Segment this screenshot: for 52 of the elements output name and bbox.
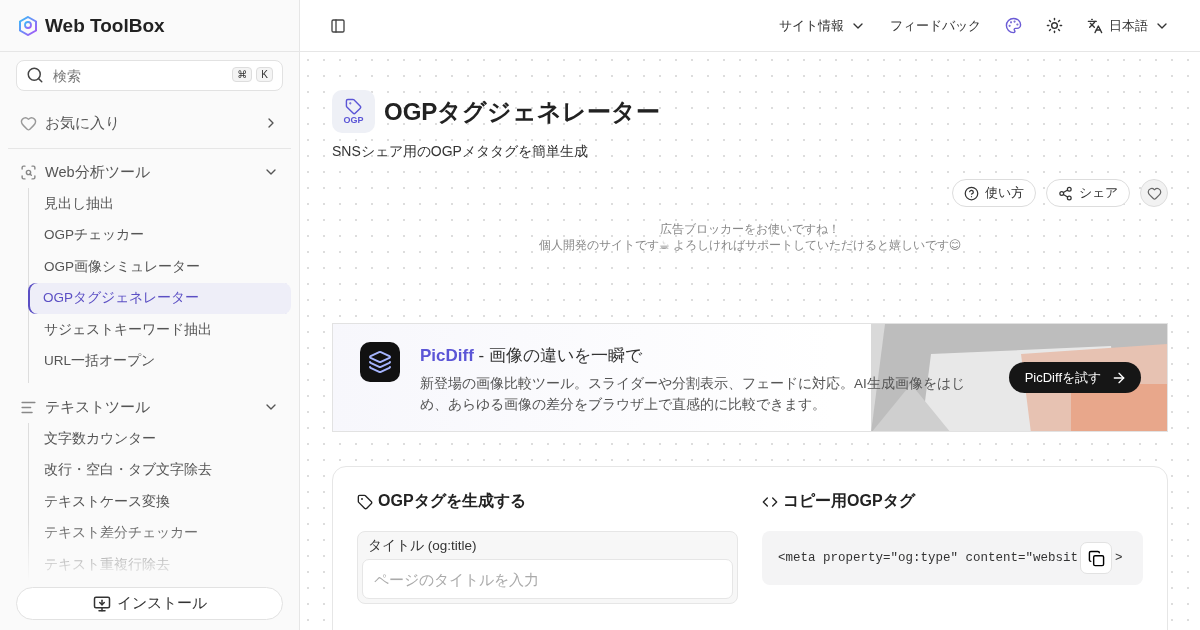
sidebar-item[interactable]: OGPタグジェネレーター [28,282,291,314]
banner-title: PicDiff - 画像の違いを一瞬で [420,345,643,367]
scan-search-icon [20,163,37,181]
sidebar-item[interactable]: テキストケース変換 [29,486,291,518]
install-button[interactable]: インストール [16,587,283,620]
site-info-menu[interactable]: サイト情報 [779,16,866,35]
heart-icon [1146,185,1162,201]
share-button[interactable]: シェア [1046,179,1130,207]
sidebar-item[interactable]: サジェストキーワード抽出 [29,314,291,346]
favorites-item[interactable]: お気に入り [8,107,291,139]
sidebar-item[interactable]: OGPチェッカー [29,219,291,251]
monitor-download-icon [92,594,111,613]
copy-button[interactable] [1080,542,1113,574]
copy-icon [1087,549,1105,567]
favorite-button[interactable] [1140,179,1168,207]
language-icon [1087,17,1103,34]
section-heading: OGPタグを生成する [378,491,526,511]
palette-icon[interactable] [1005,17,1022,34]
tool-icon: OGP [332,90,375,133]
adblock-message: 個人開発のサイトです☕ よろしければサポートしていただけると嬉しいです😊 [537,237,963,253]
shortcut-key: K [256,67,273,82]
logo-icon [19,15,37,36]
share-icon [1058,185,1073,201]
help-icon [964,185,979,201]
language-menu[interactable]: 日本語 [1087,16,1170,35]
heart-icon [20,114,37,132]
code-text: <meta property="og:type" content="websit [778,551,1079,565]
page-title: OGPタグジェネレーター [384,96,661,127]
adblock-message: 広告ブロッカーをお使いですね！ [659,221,841,237]
feedback-link[interactable]: フィードバック [890,16,981,35]
sidebar-item[interactable]: テキスト差分チェッカー [29,517,291,549]
title-field[interactable]: タイトル (og:title) ページのタイトルを入力 [357,531,738,604]
banner-description: 新登場の画像比較ツール。スライダーや分割表示、フェードに対応。AI生成画像をはじめ、あらゆる画像の差分をブラウザ上で直感的に比較できます。 [420,375,966,414]
sidebar-item[interactable]: URL一括オープン [29,345,291,377]
help-button[interactable]: 使い方 [952,179,1036,207]
try-button[interactable]: PicDiffを試す [1008,362,1141,393]
sidebar-item[interactable]: 見出し抽出 [29,188,291,220]
sidebar-item[interactable]: 改行・空白・タブ文字除去 [29,454,291,486]
sidebar-item[interactable]: OGP画像シミュレーター [29,251,291,283]
section-heading: コピー用OGPタグ [783,491,915,511]
sidebar-item[interactable]: 文字数カウンター [29,423,291,455]
page-subtitle: SNSシェア用のOGPメタタグを簡単生成 [332,143,589,161]
sidebar-toggle-icon[interactable] [330,17,346,34]
search-icon [26,66,44,84]
shortcut-key: ⌘ [232,67,253,82]
logo-text: Web ToolBox [45,14,165,37]
code-text: > [1115,551,1123,565]
sidebar-group[interactable]: テキストツール [8,391,291,423]
sidebar-group[interactable]: Web分析ツール [8,156,291,188]
tag-icon [357,493,373,510]
theme-icon[interactable] [1046,17,1063,34]
layers-icon [360,342,400,382]
